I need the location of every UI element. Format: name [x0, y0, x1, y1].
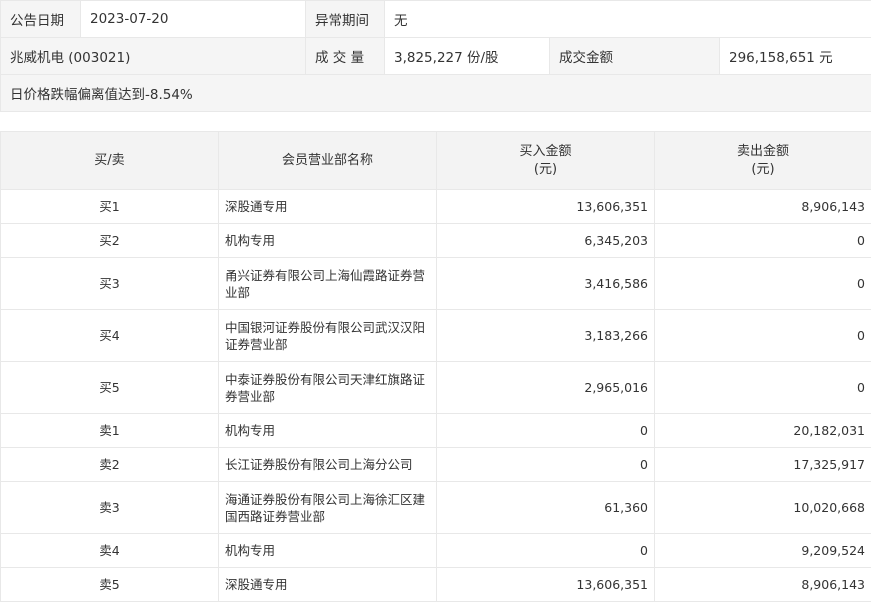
row-buy-amount: 3,183,266 — [437, 310, 655, 362]
row-sell-amount: 8,906,143 — [655, 190, 871, 224]
table-row: 买3 甬兴证券有限公司上海仙霞路证券营业部 3,416,586 0 — [1, 258, 871, 310]
row-side: 卖3 — [1, 482, 219, 534]
col-header-side: 买/卖 — [1, 132, 219, 190]
row-broker: 机构专用 — [219, 224, 437, 258]
row-broker: 机构专用 — [219, 414, 437, 448]
col-header-buy-unit: (元) — [438, 161, 653, 179]
row-broker: 机构专用 — [219, 534, 437, 568]
stock-name: 兆威机电 (003021) — [1, 38, 306, 75]
col-header-sell-label: 卖出金额 — [656, 143, 870, 161]
announcement-info-table: 公告日期 2023-07-20 异常期间 无 兆威机电 (003021) 成 交… — [0, 0, 871, 112]
row-buy-amount: 0 — [437, 448, 655, 482]
row-side: 卖2 — [1, 448, 219, 482]
row-side: 买5 — [1, 362, 219, 414]
row-side: 卖5 — [1, 568, 219, 602]
row-sell-amount: 10,020,668 — [655, 482, 871, 534]
table-row: 卖1 机构专用 0 20,182,031 — [1, 414, 871, 448]
row-broker: 甬兴证券有限公司上海仙霞路证券营业部 — [219, 258, 437, 310]
amount-value: 296,158,651 元 — [720, 38, 871, 75]
abnormal-period-label: 异常期间 — [306, 1, 385, 38]
abnormal-period-value: 无 — [385, 1, 871, 38]
row-buy-amount: 6,345,203 — [437, 224, 655, 258]
row-side: 买3 — [1, 258, 219, 310]
col-header-sell: 卖出金额 (元) — [655, 132, 871, 190]
table-row: 卖3 海通证券股份有限公司上海徐汇区建国西路证券营业部 61,360 10,02… — [1, 482, 871, 534]
col-header-broker: 会员营业部名称 — [219, 132, 437, 190]
table-row: 卖5 深股通专用 13,606,351 8,906,143 — [1, 568, 871, 602]
volume-value: 3,825,227 份/股 — [385, 38, 550, 75]
broker-trades-table: 买/卖 会员营业部名称 买入金额 (元) 卖出金额 (元) 买1 深股通专用 1… — [0, 131, 871, 602]
row-sell-amount: 20,182,031 — [655, 414, 871, 448]
row-buy-amount: 0 — [437, 414, 655, 448]
row-side: 卖1 — [1, 414, 219, 448]
table-row: 卖4 机构专用 0 9,209,524 — [1, 534, 871, 568]
row-sell-amount: 17,325,917 — [655, 448, 871, 482]
row-buy-amount: 13,606,351 — [437, 568, 655, 602]
table-row: 买4 中国银河证券股份有限公司武汉汉阳证券营业部 3,183,266 0 — [1, 310, 871, 362]
col-header-sell-unit: (元) — [656, 161, 870, 179]
row-side: 卖4 — [1, 534, 219, 568]
announce-date-value: 2023-07-20 — [81, 1, 306, 38]
info-row-date: 公告日期 2023-07-20 异常期间 无 — [1, 1, 871, 38]
listing-reason: 日价格跌幅偏离值达到-8.54% — [1, 75, 871, 112]
row-sell-amount: 0 — [655, 224, 871, 258]
table-header-row: 买/卖 会员营业部名称 买入金额 (元) 卖出金额 (元) — [1, 132, 871, 190]
info-row-reason: 日价格跌幅偏离值达到-8.54% — [1, 75, 871, 112]
row-buy-amount: 0 — [437, 534, 655, 568]
row-side: 买1 — [1, 190, 219, 224]
row-broker: 长江证券股份有限公司上海分公司 — [219, 448, 437, 482]
row-sell-amount: 0 — [655, 258, 871, 310]
row-side: 买4 — [1, 310, 219, 362]
announce-date-label: 公告日期 — [1, 1, 81, 38]
col-header-buy-label: 买入金额 — [438, 143, 653, 161]
row-sell-amount: 0 — [655, 362, 871, 414]
info-row-stock: 兆威机电 (003021) 成 交 量 3,825,227 份/股 成交金额 2… — [1, 38, 871, 75]
row-broker: 中国银河证券股份有限公司武汉汉阳证券营业部 — [219, 310, 437, 362]
table-row: 买2 机构专用 6,345,203 0 — [1, 224, 871, 258]
row-buy-amount: 13,606,351 — [437, 190, 655, 224]
row-side: 买2 — [1, 224, 219, 258]
table-row: 卖2 长江证券股份有限公司上海分公司 0 17,325,917 — [1, 448, 871, 482]
row-buy-amount: 61,360 — [437, 482, 655, 534]
amount-label: 成交金额 — [550, 38, 720, 75]
row-sell-amount: 8,906,143 — [655, 568, 871, 602]
row-buy-amount: 2,965,016 — [437, 362, 655, 414]
row-broker: 深股通专用 — [219, 190, 437, 224]
table-row: 买5 中泰证券股份有限公司天津红旗路证券营业部 2,965,016 0 — [1, 362, 871, 414]
col-header-buy: 买入金额 (元) — [437, 132, 655, 190]
row-sell-amount: 9,209,524 — [655, 534, 871, 568]
volume-label: 成 交 量 — [306, 38, 385, 75]
row-broker: 中泰证券股份有限公司天津红旗路证券营业部 — [219, 362, 437, 414]
row-broker: 深股通专用 — [219, 568, 437, 602]
row-buy-amount: 3,416,586 — [437, 258, 655, 310]
table-row: 买1 深股通专用 13,606,351 8,906,143 — [1, 190, 871, 224]
row-broker: 海通证券股份有限公司上海徐汇区建国西路证券营业部 — [219, 482, 437, 534]
row-sell-amount: 0 — [655, 310, 871, 362]
